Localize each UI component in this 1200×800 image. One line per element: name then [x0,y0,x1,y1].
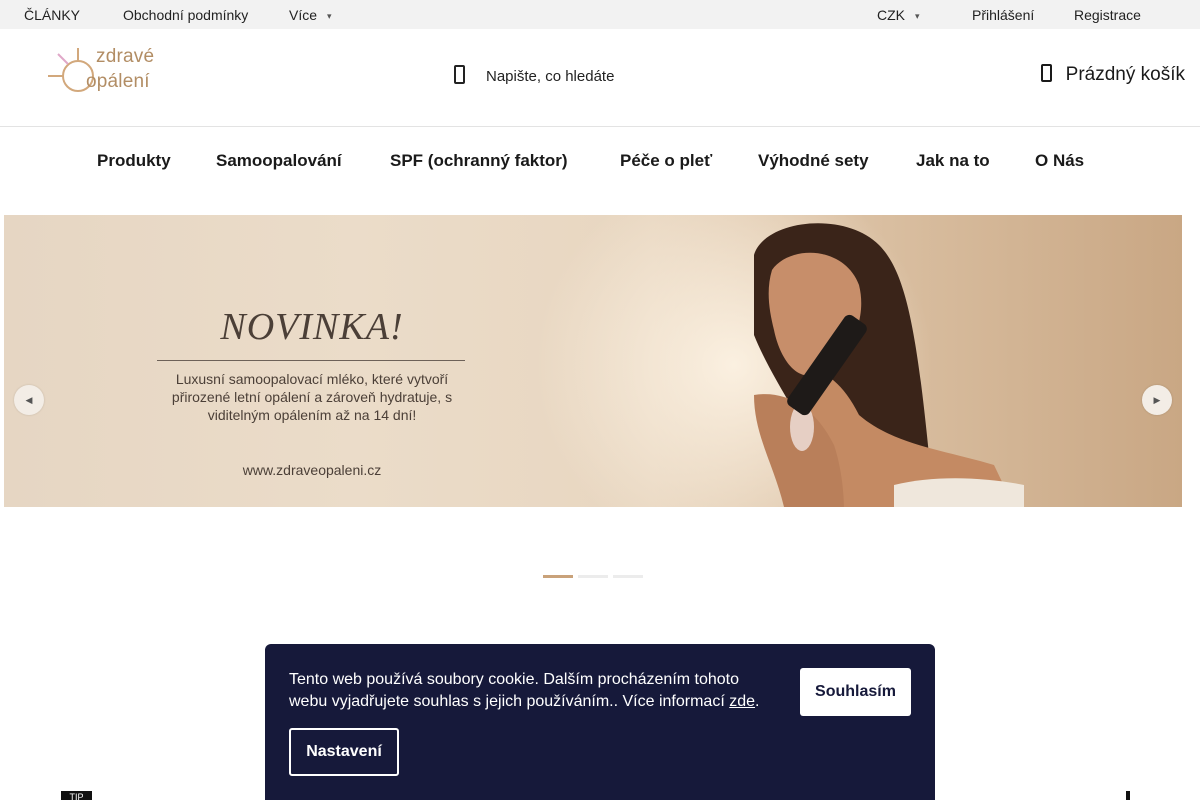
nav-item-self-tanning[interactable]: Samoopalování [216,151,342,171]
hero-description: Luxusní samoopalovací mléko, které vytvo… [171,371,453,423]
top-bar: ČLÁNKY Obchodní podmínky Více ▾ CZK ▾ Přih… [0,0,1200,29]
search-icon[interactable] [452,64,468,86]
chevron-down-icon: ▾ [327,11,332,21]
cookie-agree-button[interactable]: Souhlasím [800,668,911,716]
chevron-down-icon: ▾ [915,11,920,21]
currency-select[interactable]: CZK ▾ [877,7,920,23]
slider-prev-button[interactable]: ◀ [14,385,44,415]
cookie-message: Tento web používá soubory cookie. Dalším… [289,671,740,710]
cart-label: Prázdný košík [1065,64,1185,85]
nav-item-about[interactable]: O Nás [1035,151,1084,171]
top-link-articles[interactable]: ČLÁNKY [24,7,80,23]
chevron-left-icon: ◀ [25,395,33,405]
top-link-more[interactable]: Více ▾ [289,7,332,23]
site-header: zdravé opálení Napište, co hledáte Prázd… [0,29,1200,127]
hero-url: www.zdraveopaleni.cz [242,462,382,478]
nav-item-products[interactable]: Produkty [97,151,171,171]
cookie-text: Tento web používá soubory cookie. Dalším… [289,669,779,713]
slider-dot-2[interactable] [578,575,608,578]
logo-text-line1: zdravé [96,46,155,67]
hero-banner[interactable]: NOVINKA! Luxusní samoopalovací mléko, kt… [4,215,1182,507]
tip-badge: TIP [61,791,92,800]
register-link[interactable]: Registrace [1074,7,1141,23]
product-card-edge [1126,791,1130,800]
cart-button[interactable]: Prázdný košík [1040,63,1185,93]
cookie-more-link[interactable]: zde [729,693,755,710]
search-bar[interactable]: Napište, co hledáte [452,62,812,92]
chevron-right-icon: ▶ [1153,395,1161,405]
nav-item-spf[interactable]: SPF (ochranný faktor) [390,151,568,171]
cookie-text-end: . [755,693,760,710]
hero-model-image [754,223,1024,507]
slider-next-button[interactable]: ▶ [1142,385,1172,415]
logo-text-line2: opálení [86,71,150,92]
main-nav: Produkty Samoopalování SPF (ochranný fak… [0,127,1200,195]
login-link[interactable]: Přihlášení [972,7,1034,23]
currency-label: CZK [877,7,905,23]
search-input[interactable]: Napište, co hledáte [486,68,614,85]
nav-item-how-to[interactable]: Jak na to [916,151,990,171]
hero-divider [157,360,465,361]
slider-dot-1[interactable] [543,575,573,578]
cookie-settings-button[interactable]: Nastavení [289,728,399,776]
more-label: Více [289,7,318,23]
cart-icon [1040,64,1052,82]
slider-dot-3[interactable] [613,575,643,578]
top-link-terms[interactable]: Obchodní podmínky [123,7,248,23]
nav-item-sets[interactable]: Výhodné sety [758,151,869,171]
cookie-banner: Tento web používá soubory cookie. Dalším… [265,644,935,800]
nav-item-skin-care[interactable]: Péče o pleť [620,151,712,171]
logo[interactable]: zdravé opálení [46,46,176,98]
hero-title: NOVINKA! [220,306,404,348]
